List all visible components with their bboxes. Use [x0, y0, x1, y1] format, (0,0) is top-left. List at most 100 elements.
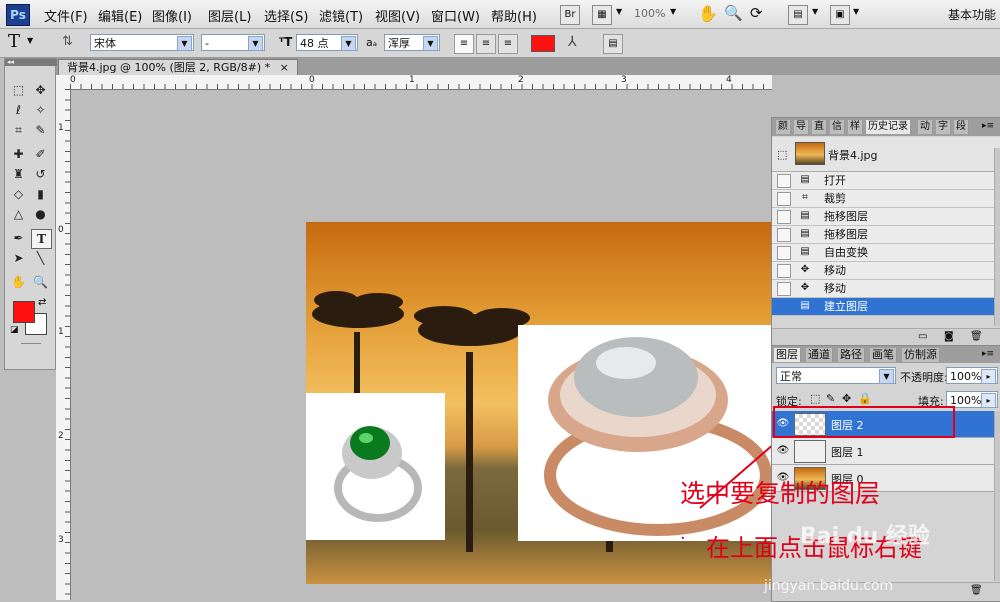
quick-mask-icon[interactable] [21, 343, 41, 344]
menu-view[interactable]: 视图(V) [375, 6, 420, 25]
tab-info[interactable]: 信 [830, 120, 845, 134]
new-snapshot-icon[interactable]: ◙ [944, 331, 954, 342]
tab-navigator[interactable]: 导 [794, 120, 809, 134]
eye-icon[interactable]: 👁 [776, 445, 790, 456]
healing-brush-tool-icon[interactable]: ✚ [9, 145, 28, 163]
lock-position-icon[interactable]: ✥ [842, 392, 851, 405]
tab-layers[interactable]: 图层 [774, 348, 801, 362]
chevron-down-icon[interactable]: ▼ [670, 7, 676, 16]
history-item[interactable]: ▤ 打开 [772, 172, 994, 190]
antialias-select[interactable]: 浑厚 ▼ [384, 34, 440, 51]
layer-row[interactable]: 👁 图层 1 [772, 438, 994, 465]
history-brush-tool-icon[interactable]: ↺ [31, 165, 50, 183]
magic-wand-tool-icon[interactable]: ✧ [31, 101, 50, 119]
warp-text-icon[interactable]: ⅄ [568, 34, 577, 50]
path-selection-tool-icon[interactable]: ➤ [9, 249, 28, 267]
tab-histogram[interactable]: 直 [812, 120, 827, 134]
hand-tool-icon[interactable]: ✋ [698, 4, 718, 23]
lock-image-icon[interactable]: ✎ [826, 392, 835, 405]
layers-scrollbar[interactable] [994, 411, 1000, 581]
menu-edit[interactable]: 编辑(E) [98, 6, 142, 25]
history-snapshot-row[interactable]: ⬚ 背景4.jpg [772, 137, 1000, 172]
eyedropper-tool-icon[interactable]: ✎ [31, 121, 50, 139]
screen-mode-button[interactable]: ▣ [830, 5, 850, 25]
dodge-tool-icon[interactable]: ● [31, 205, 50, 223]
lock-all-icon[interactable]: 🔒 [858, 392, 872, 405]
align-center-button[interactable]: ≡ [476, 34, 496, 54]
tab-clone-source[interactable]: 仿制源 [902, 348, 940, 362]
blend-mode-select[interactable]: 正常 ▼ [776, 367, 896, 384]
type-tool-icon[interactable]: T [31, 229, 52, 249]
arrange-documents-button[interactable]: ▤ [788, 5, 808, 25]
menu-image[interactable]: 图像(I) [152, 6, 192, 25]
tab-character[interactable]: 字 [936, 120, 951, 134]
history-item[interactable]: ✥ 移动 [772, 280, 994, 298]
line-tool-icon[interactable]: ╲ [31, 249, 50, 267]
font-family-select[interactable]: 宋体 ▼ [90, 34, 194, 51]
marquee-tool-icon[interactable]: ⬚ [9, 81, 28, 99]
font-style-select[interactable]: - ▼ [201, 34, 265, 51]
pen-tool-icon[interactable]: ✒ [9, 229, 28, 247]
move-tool-icon[interactable]: ✥ [31, 81, 50, 99]
menu-filter[interactable]: 滤镜(T) [319, 6, 363, 25]
history-item[interactable]: ⌗ 裁剪 [772, 190, 994, 208]
document-tab[interactable]: 背景4.jpg @ 100% (图层 2, RGB/8#) * × [58, 59, 298, 76]
zoom-tool-icon[interactable]: 🔍 [724, 4, 743, 22]
clone-stamp-tool-icon[interactable]: ♜ [9, 165, 28, 183]
zoom-level[interactable]: 100% [634, 7, 665, 20]
tab-styles[interactable]: 样 [848, 120, 863, 134]
workspace-switcher[interactable]: 基本功能 [948, 6, 996, 23]
swap-colors-icon[interactable]: ⇄ [38, 297, 46, 308]
tab-paragraph[interactable]: 段 [954, 120, 969, 134]
menu-file[interactable]: 文件(F) [44, 6, 88, 25]
history-item[interactable]: ✥ 移动 [772, 262, 994, 280]
hand-tool-icon[interactable]: ✋ [9, 273, 28, 291]
text-color-swatch[interactable] [531, 35, 555, 52]
lasso-tool-icon[interactable]: ℓ [9, 101, 28, 119]
history-checkbox[interactable] [777, 210, 791, 224]
crop-tool-icon[interactable]: ⌗ [9, 121, 28, 139]
new-document-from-state-icon[interactable]: ▭ [918, 331, 927, 342]
text-orientation-icon[interactable]: ⇅ [62, 34, 73, 49]
history-checkbox[interactable] [777, 246, 791, 260]
chevron-down-icon[interactable]: ▼ [812, 7, 818, 16]
rotate-view-icon[interactable]: ⟳ [750, 4, 763, 22]
history-scrollbar[interactable] [994, 148, 1000, 326]
close-icon[interactable]: × [280, 61, 289, 74]
history-item-selected[interactable]: ▤ 建立图层 [772, 298, 994, 316]
green-jade-ring-image[interactable] [306, 393, 445, 540]
trash-icon[interactable]: 🗑 [970, 585, 983, 596]
history-checkbox[interactable] [777, 174, 791, 188]
toolbox-collapse-icon[interactable]: ◂◂ [5, 59, 57, 66]
zoom-tool-icon[interactable]: 🔍 [31, 273, 50, 291]
tab-history[interactable]: 历史记录 [866, 120, 911, 134]
tab-animation[interactable]: 动 [918, 120, 933, 134]
history-checkbox[interactable] [777, 264, 791, 278]
menu-select[interactable]: 选择(S) [264, 6, 308, 25]
view-extras-button[interactable]: ▦ [592, 5, 612, 25]
history-item[interactable]: ▤ 自由变换 [772, 244, 994, 262]
menu-window[interactable]: 窗口(W) [431, 6, 480, 25]
trash-icon[interactable]: 🗑 [970, 331, 983, 342]
foreground-color-swatch[interactable] [13, 301, 35, 323]
history-item[interactable]: ▤ 拖移图层 [772, 226, 994, 244]
bridge-button[interactable]: Br [560, 5, 580, 25]
panel-menu-icon[interactable]: ▸≡ [982, 121, 994, 131]
tab-channels[interactable]: 通道 [806, 348, 833, 362]
default-colors-icon[interactable]: ◪ [10, 325, 19, 335]
brush-source-icon[interactable]: ⬚ [777, 148, 787, 161]
history-checkbox[interactable] [777, 228, 791, 242]
history-state-marker-icon[interactable] [777, 300, 791, 314]
tab-brushes[interactable]: 画笔 [870, 348, 897, 362]
font-size-select[interactable]: 48 点 ▼ [296, 34, 358, 51]
tab-paths[interactable]: 路径 [838, 348, 865, 362]
panel-menu-icon[interactable]: ▸≡ [982, 349, 994, 359]
brush-tool-icon[interactable]: ✐ [31, 145, 50, 163]
blur-tool-icon[interactable]: △ [9, 205, 28, 223]
menu-help[interactable]: 帮助(H) [491, 6, 537, 25]
chevron-down-icon[interactable]: ▼ [853, 7, 859, 16]
gradient-tool-icon[interactable]: ▮ [31, 185, 50, 203]
align-left-button[interactable]: ≡ [454, 34, 474, 54]
history-checkbox[interactable] [777, 192, 791, 206]
chevron-down-icon[interactable]: ▼ [27, 36, 33, 45]
